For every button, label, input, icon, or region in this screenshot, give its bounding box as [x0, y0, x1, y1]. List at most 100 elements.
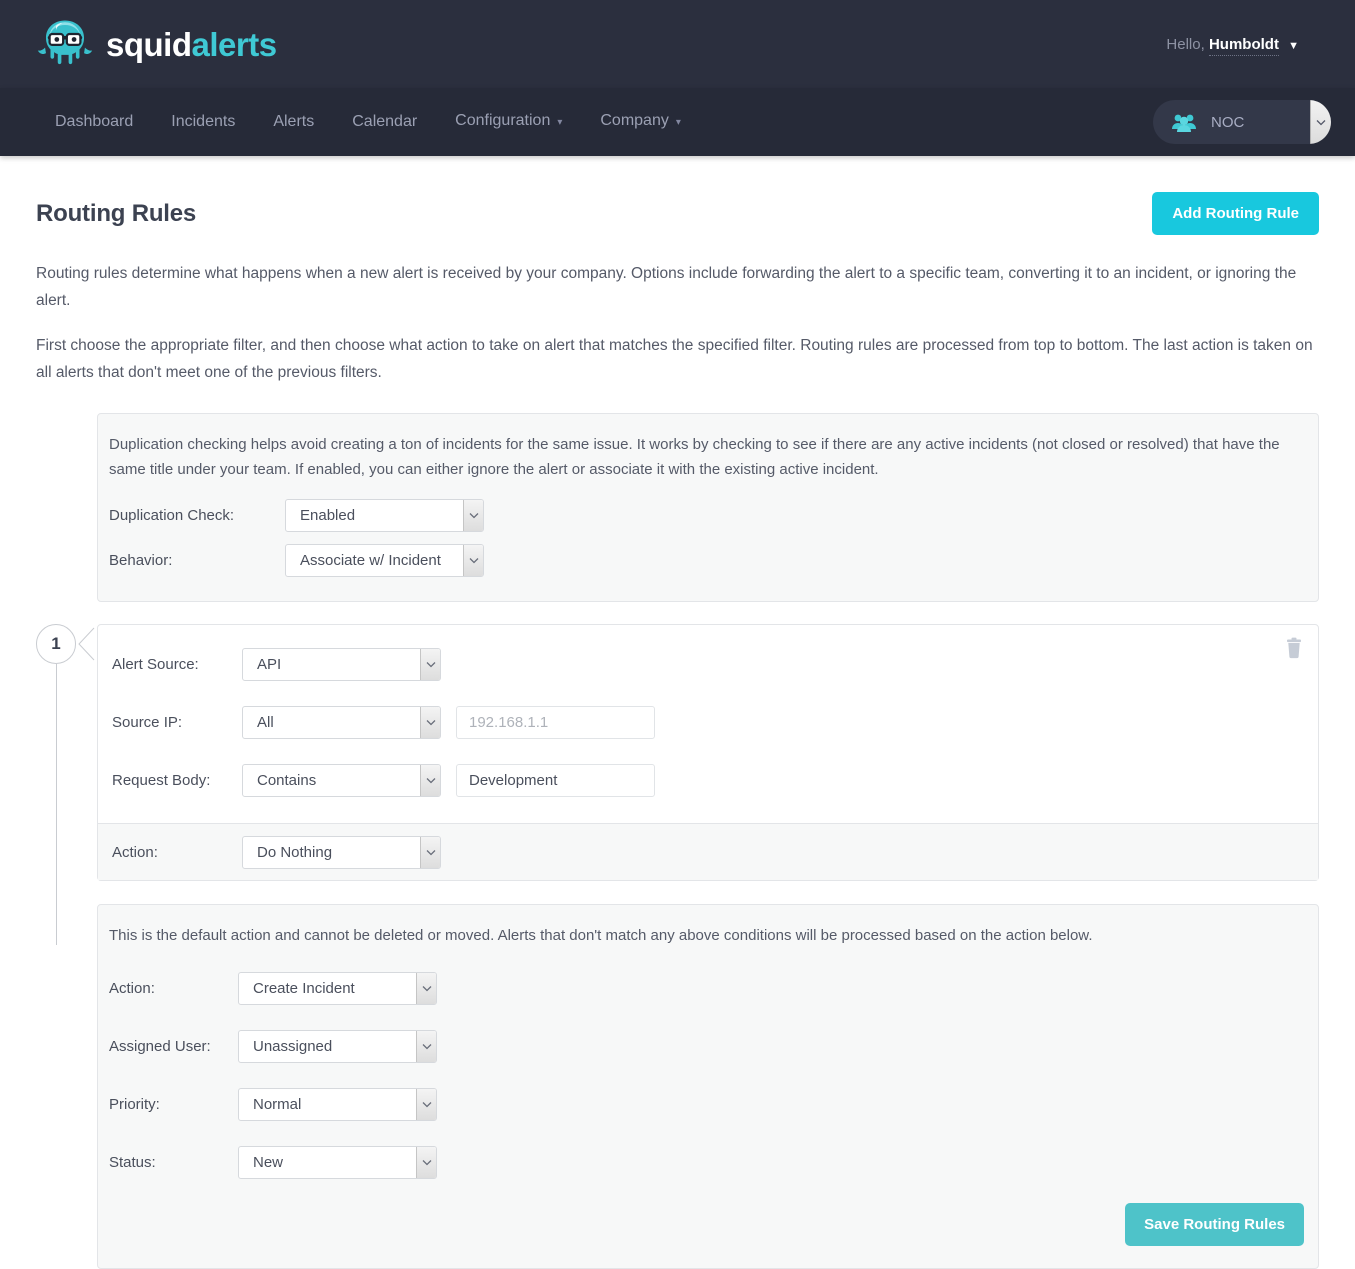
user-name: Humboldt [1208, 35, 1279, 56]
brand-name-primary: squid [106, 25, 192, 63]
rule-card: Alert Source: API Source IP: All 192.168… [97, 624, 1319, 882]
request-body-input[interactable]: Development [456, 763, 655, 797]
caret-down-icon: ▼ [1288, 39, 1299, 52]
chevron-down-icon [420, 836, 440, 868]
routing-rule-1: 1 Alert Source: API Source IP: All 192.1… [36, 624, 1319, 946]
intro-paragraph-2: First choose the appropriate filter, and… [36, 337, 1313, 381]
source-ip-label: Source IP: [112, 713, 183, 731]
request-body-label: Request Body: [112, 771, 211, 789]
assigned-user-label: Assigned User: [109, 1037, 211, 1055]
nav-label: Alerts [273, 113, 315, 130]
rule-number-column: 1 [36, 624, 97, 946]
duplication-fields: Duplication Check: Enabled Behavior: Ass… [98, 487, 1318, 601]
source-ip-select[interactable]: All [242, 705, 441, 739]
duplication-check-label: Duplication Check: [109, 507, 235, 525]
page-content: Routing Rules Add Routing Rule Routing r… [0, 156, 1355, 1269]
brand-name-secondary: alerts [191, 25, 278, 63]
rule-connector-line [56, 664, 57, 946]
squid-logo-icon [36, 15, 94, 73]
save-row: Save Routing Rules [98, 1191, 1318, 1268]
rule-action-footer: Action: Do Nothing [98, 823, 1318, 881]
source-ip-row: Source IP: All 192.168.1.1 [112, 693, 1304, 751]
alert-source-row: Alert Source: API [112, 635, 1304, 693]
team-selector-value: NOC [1211, 113, 1245, 131]
add-routing-rule-button[interactable]: Add Routing Rule [1152, 192, 1319, 235]
duplication-note: Duplication checking helps avoid creatin… [109, 435, 1280, 479]
chevron-down-icon [463, 500, 483, 532]
intro-paragraph-1: Routing rules determine what happens whe… [36, 265, 1297, 309]
chevron-down-icon: ▾ [557, 117, 563, 128]
assigned-user-value: Unassigned [253, 1037, 333, 1055]
nav-item-configuration[interactable]: Configuration ▾ [436, 87, 581, 157]
rule-number-badge: 1 [36, 624, 76, 665]
brand-logo-link[interactable]: squidalerts [36, 15, 277, 73]
assigned-user-select[interactable]: Unassigned [238, 1029, 437, 1063]
user-menu[interactable]: Hello, Humboldt ▼ [1166, 35, 1299, 56]
priority-label: Priority: [109, 1095, 160, 1113]
chevron-down-icon [420, 764, 440, 796]
assigned-user-row: Assigned User: Unassigned [109, 1017, 1307, 1075]
behavior-label: Behavior: [109, 552, 173, 570]
main-navigation: Dashboard Incidents Alerts Calendar Conf… [0, 88, 1355, 156]
default-action-note: This is the default action and cannot be… [109, 927, 1093, 945]
default-action-label: Action: [109, 979, 155, 997]
chevron-down-icon [420, 648, 440, 680]
rule-action-value: Do Nothing [257, 843, 333, 861]
chevron-down-icon[interactable] [1310, 100, 1331, 144]
chevron-down-icon [420, 706, 440, 738]
nav-item-incidents[interactable]: Incidents [152, 88, 254, 156]
priority-row: Priority: Normal [109, 1075, 1307, 1133]
duplication-check-value: Enabled [300, 507, 356, 525]
duplication-check-select[interactable]: Enabled [285, 499, 484, 533]
nav-item-calendar[interactable]: Calendar [333, 88, 436, 156]
people-group-icon [1171, 112, 1197, 132]
nav-label: Dashboard [55, 113, 134, 130]
nav-label: Incidents [171, 113, 236, 130]
priority-value: Normal [253, 1095, 302, 1113]
default-action-select[interactable]: Create Incident [238, 971, 437, 1005]
nav-label: Calendar [352, 113, 418, 130]
page-header: Routing Rules Add Routing Rule [36, 156, 1319, 235]
greeting-prefix: Hello, [1166, 35, 1205, 53]
chevron-down-icon [463, 545, 483, 577]
nav-label: Company [600, 112, 669, 129]
nav-item-alerts[interactable]: Alerts [254, 88, 333, 156]
nav-item-list: Dashboard Incidents Alerts Calendar Conf… [36, 87, 700, 157]
default-action-value: Create Incident [253, 979, 355, 997]
rule-conditions: Alert Source: API Source IP: All 192.168… [98, 625, 1318, 823]
team-selector[interactable]: NOC [1153, 100, 1331, 144]
request-body-select[interactable]: Contains [242, 763, 441, 797]
rule-action-select[interactable]: Do Nothing [242, 835, 441, 869]
behavior-row: Behavior: Associate w/ Incident [109, 538, 1307, 583]
nav-item-dashboard[interactable]: Dashboard [36, 88, 152, 156]
save-routing-rules-button[interactable]: Save Routing Rules [1125, 1203, 1304, 1247]
trash-icon[interactable] [1284, 637, 1304, 659]
nav-label: Configuration [455, 112, 551, 129]
source-ip-value: All [257, 713, 274, 731]
chevron-down-icon [416, 972, 436, 1004]
behavior-value: Associate w/ Incident [300, 552, 441, 570]
intro-text: Routing rules determine what happens whe… [36, 261, 1319, 387]
status-select[interactable]: New [238, 1145, 437, 1179]
rule-action-label: Action: [112, 843, 158, 861]
source-ip-input[interactable]: 192.168.1.1 [456, 705, 655, 739]
priority-select[interactable]: Normal [238, 1087, 437, 1121]
routing-rules-panels: Duplication checking helps avoid creatin… [36, 412, 1319, 1269]
page-title: Routing Rules [36, 199, 197, 227]
alert-source-value: API [257, 655, 282, 673]
default-action-fields: Action: Create Incident Assigned User: U… [98, 959, 1318, 1191]
request-body-row: Request Body: Contains Development [112, 751, 1304, 809]
nav-item-company[interactable]: Company ▾ [581, 87, 700, 157]
request-body-value: Contains [257, 771, 317, 789]
duplication-check-panel: Duplication checking helps avoid creatin… [97, 412, 1319, 603]
behavior-select[interactable]: Associate w/ Incident [285, 544, 484, 578]
chevron-down-icon [416, 1146, 436, 1178]
duplication-check-row: Duplication Check: Enabled [109, 493, 1307, 538]
alert-source-select[interactable]: API [242, 647, 441, 681]
chevron-down-icon: ▾ [675, 117, 681, 128]
alert-source-label: Alert Source: [112, 655, 199, 673]
top-bar: squidalerts Hello, Humboldt ▼ [0, 0, 1355, 88]
status-label: Status: [109, 1153, 156, 1171]
default-action-panel: This is the default action and cannot be… [97, 904, 1319, 1269]
chevron-down-icon [416, 1030, 436, 1062]
